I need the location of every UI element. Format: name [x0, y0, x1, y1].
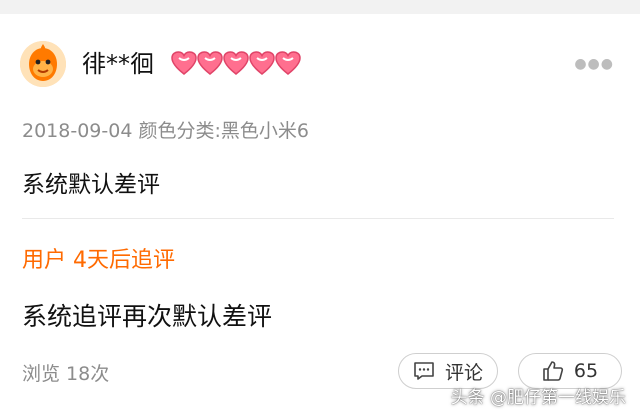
heart-icon [275, 51, 301, 75]
heart-icon [171, 51, 197, 75]
comment-label: 评论 [444, 361, 483, 384]
mascot-avatar-icon [20, 41, 66, 87]
rating-hearts [170, 50, 301, 76]
comment-icon [413, 361, 435, 381]
follow-up-tag: 用户 4天后追评 [22, 248, 175, 273]
heart-icon [249, 51, 275, 75]
divider [22, 218, 614, 219]
review-meta: 2018-09-04 颜色分类:黑色小米6 [22, 120, 309, 142]
review-text: 系统默认差评 [22, 172, 160, 198]
view-count: 浏览 18次 [22, 363, 110, 385]
like-count: 65 [573, 360, 599, 382]
watermark: 头条 @肥仔第一线娱乐 [450, 388, 626, 408]
ellipsis-icon[interactable]: ●●● [574, 56, 614, 72]
heart-icon [223, 51, 249, 75]
username[interactable]: 徘**徊 [82, 49, 154, 79]
top-band [0, 0, 640, 14]
follow-up-text: 系统追评再次默认差评 [22, 302, 273, 331]
thumbs-up-icon [542, 360, 564, 382]
heart-icon [197, 51, 223, 75]
avatar[interactable] [20, 41, 66, 87]
